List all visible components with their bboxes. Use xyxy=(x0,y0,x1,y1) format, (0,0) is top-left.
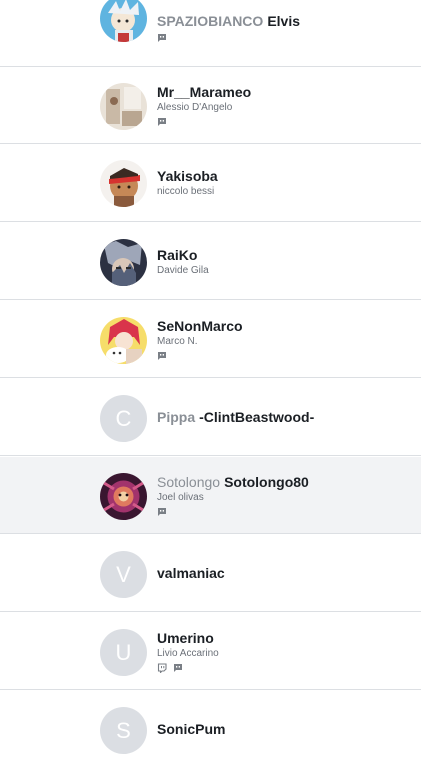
avatar-image-fighter xyxy=(100,160,147,207)
user-row[interactable]: Sotolongo Sotolongo80 Joel olivas xyxy=(0,457,421,534)
avatar: S xyxy=(100,707,147,754)
user-display-name: Sotolongo Sotolongo80 xyxy=(157,474,309,490)
avatar-image-photo xyxy=(100,83,147,130)
discord-icon xyxy=(158,118,166,126)
user-row[interactable]: S SonicPum xyxy=(0,691,421,757)
user-real-name: Marco N. xyxy=(157,336,198,347)
avatar xyxy=(100,473,147,520)
avatar xyxy=(100,239,147,286)
user-name: Mr__Marameo xyxy=(157,84,252,100)
user-display-name: SPAZIOBIANCO Elvis xyxy=(157,13,300,29)
avatar-image-anime-character xyxy=(100,0,147,42)
user-display-name: valmaniac xyxy=(157,565,225,581)
user-name: -ClintBeastwood- xyxy=(199,409,315,425)
user-name: SonicPum xyxy=(157,721,226,737)
user-name: Umerino xyxy=(157,630,214,646)
avatar: C xyxy=(100,395,147,442)
avatar: V xyxy=(100,551,147,598)
avatar xyxy=(100,0,147,42)
user-display-name: Mr__Marameo xyxy=(157,84,251,100)
user-row[interactable]: RaiKo Davide Gila xyxy=(0,223,421,300)
user-real-name: Livio Accarino xyxy=(157,648,219,659)
discord-icon xyxy=(158,34,166,42)
avatar xyxy=(100,317,147,364)
avatar-image-artwork xyxy=(100,473,147,520)
user-name: RaiKo xyxy=(157,247,198,263)
twitch-icon xyxy=(157,663,167,673)
avatar xyxy=(100,160,147,207)
discord-icon xyxy=(158,352,166,360)
user-display-name: Pippa -ClintBeastwood- xyxy=(157,409,314,425)
user-name: valmaniac xyxy=(157,565,225,581)
platform-icons xyxy=(157,507,167,517)
user-prefix: Sotolongo xyxy=(157,474,221,490)
user-real-name: Davide Gila xyxy=(157,265,209,276)
user-row[interactable]: U Umerino Livio Accarino xyxy=(0,613,421,690)
user-display-name: Yakisoba xyxy=(157,168,218,184)
avatar: U xyxy=(100,629,147,676)
user-name: Sotolongo80 xyxy=(224,474,309,490)
user-name: Elvis xyxy=(267,13,301,29)
user-row[interactable]: SPAZIOBIANCO Elvis xyxy=(0,0,421,67)
user-row[interactable]: Yakisoba niccolo bessi xyxy=(0,145,421,222)
discord-icon xyxy=(158,508,166,516)
user-name: SeNonMarco xyxy=(157,318,243,334)
user-name: Yakisoba xyxy=(157,168,218,184)
user-display-name: SonicPum xyxy=(157,721,225,737)
platform-icons xyxy=(157,351,167,361)
user-row[interactable]: Mr__Marameo Alessio D'Angelo xyxy=(0,67,421,144)
platform-icons xyxy=(157,663,183,673)
user-row[interactable]: SeNonMarco Marco N. xyxy=(0,301,421,378)
avatar xyxy=(100,83,147,130)
user-real-name: Alessio D'Angelo xyxy=(157,102,233,113)
user-real-name: Joel olivas xyxy=(157,492,204,503)
platform-icons xyxy=(157,117,167,127)
discord-icon xyxy=(174,664,182,672)
user-real-name: niccolo bessi xyxy=(157,186,215,197)
avatar-image-anime-character xyxy=(100,317,147,364)
user-display-name: SeNonMarco xyxy=(157,318,243,334)
user-row[interactable]: V valmaniac xyxy=(0,535,421,612)
user-prefix: Pippa xyxy=(157,409,196,425)
user-prefix: SPAZIOBIANCO xyxy=(157,13,264,29)
user-list: SPAZIOBIANCO Elvis Mr__Marameo Alessio D'… xyxy=(0,0,421,757)
user-display-name: Umerino xyxy=(157,630,214,646)
avatar-image-anime-character xyxy=(100,239,147,286)
platform-icons xyxy=(157,33,167,43)
user-display-name: RaiKo xyxy=(157,247,197,263)
user-row[interactable]: C Pippa -ClintBeastwood- xyxy=(0,379,421,456)
